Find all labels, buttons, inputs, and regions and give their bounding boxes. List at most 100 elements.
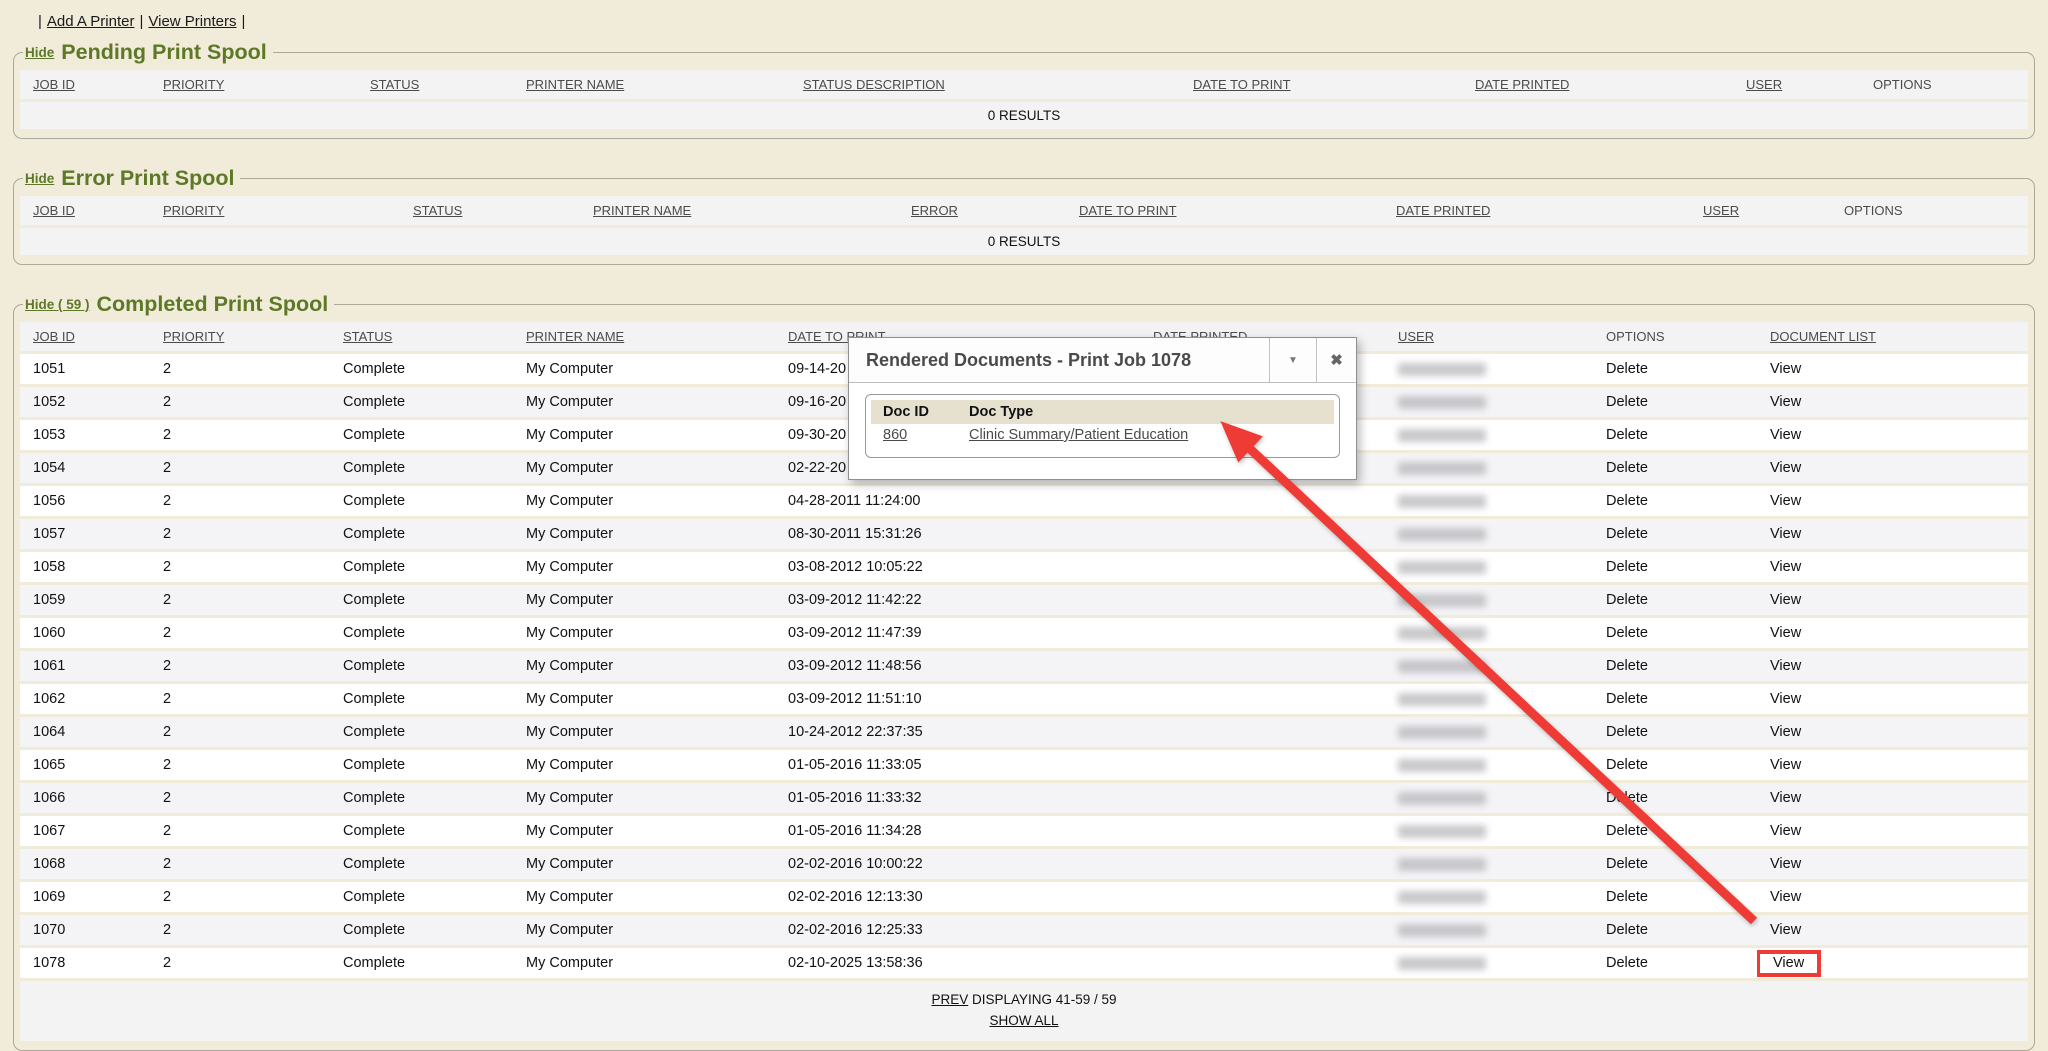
cell-document-list: View <box>1757 453 2028 483</box>
view-button[interactable]: View <box>1770 823 1801 839</box>
delete-button[interactable]: Delete <box>1606 460 1648 476</box>
doc-id-link[interactable]: 860 <box>883 427 907 443</box>
view-button[interactable]: View <box>1770 856 1801 872</box>
delete-button[interactable]: Delete <box>1606 592 1648 608</box>
cell-date-printed <box>1140 519 1385 549</box>
modal-close-button[interactable]: ✖ <box>1316 338 1356 382</box>
view-button[interactable]: View <box>1770 724 1801 740</box>
delete-button[interactable]: Delete <box>1606 625 1648 641</box>
delete-button[interactable]: Delete <box>1606 823 1648 839</box>
redacted-user-value <box>1398 396 1486 409</box>
view-button[interactable]: View <box>1770 394 1801 410</box>
show-all-link[interactable]: SHOW ALL <box>989 1013 1058 1028</box>
view-button[interactable]: View <box>1770 493 1801 509</box>
cell-priority: 2 <box>150 585 330 615</box>
cell-job-id: 1078 <box>20 948 150 978</box>
cell-job-id: 1054 <box>20 453 150 483</box>
cell-printer-name: My Computer <box>513 618 775 648</box>
cell-job-id: 1056 <box>20 486 150 516</box>
delete-button[interactable]: Delete <box>1606 658 1648 674</box>
delete-button[interactable]: Delete <box>1606 526 1648 542</box>
delete-button[interactable]: Delete <box>1606 790 1648 806</box>
view-button[interactable]: View <box>1770 559 1801 575</box>
table-row: 1064 2 Complete My Computer 10-24-2012 2… <box>20 717 2028 747</box>
cell-document-list: View <box>1757 651 2028 681</box>
delete-button[interactable]: Delete <box>1606 493 1648 509</box>
table-row: 1069 2 Complete My Computer 02-02-2016 1… <box>20 882 2028 912</box>
view-button[interactable]: View <box>1770 922 1801 938</box>
delete-button[interactable]: Delete <box>1606 955 1648 971</box>
delete-button[interactable]: Delete <box>1606 922 1648 938</box>
cell-options: Delete <box>1593 948 1757 978</box>
pagination-line: PREV DISPLAYING 41-59 / 59 <box>20 989 2028 1010</box>
table-row: 1061 2 Complete My Computer 03-09-2012 1… <box>20 651 2028 681</box>
modal-collapse-button[interactable]: ▼ <box>1269 338 1316 382</box>
delete-button[interactable]: Delete <box>1606 394 1648 410</box>
hide-error-link[interactable]: Hide <box>25 171 54 186</box>
cell-date-printed <box>1140 585 1385 615</box>
cell-priority: 2 <box>150 783 330 813</box>
delete-button[interactable]: Delete <box>1606 559 1648 575</box>
cell-date-printed <box>1140 552 1385 582</box>
delete-button[interactable]: Delete <box>1606 691 1648 707</box>
cell-options: Delete <box>1593 420 1757 450</box>
prev-link[interactable]: PREV <box>931 992 968 1007</box>
cell-date-printed <box>1140 651 1385 681</box>
view-button[interactable]: View <box>1770 658 1801 674</box>
cell-priority: 2 <box>150 354 330 384</box>
delete-button[interactable]: Delete <box>1606 889 1648 905</box>
redacted-user-value <box>1398 759 1486 772</box>
delete-button[interactable]: Delete <box>1606 757 1648 773</box>
delete-button[interactable]: Delete <box>1606 856 1648 872</box>
view-printers-link[interactable]: View Printers <box>148 13 236 30</box>
cell-status: Complete <box>330 750 513 780</box>
view-button[interactable]: View <box>1770 460 1801 476</box>
error-empty-row: 0 RESULTS <box>20 228 2028 255</box>
view-button[interactable]: View <box>1770 691 1801 707</box>
redacted-user-value <box>1398 726 1486 739</box>
cell-user <box>1385 420 1593 450</box>
cell-date-to-print: 10-24-2012 22:37:35 <box>775 717 1140 747</box>
cell-job-id: 1069 <box>20 882 150 912</box>
cell-status: Complete <box>330 387 513 417</box>
cell-options: Delete <box>1593 453 1757 483</box>
cell-status: Complete <box>330 453 513 483</box>
cell-priority: 2 <box>150 519 330 549</box>
table-row: 1062 2 Complete My Computer 03-09-2012 1… <box>20 684 2028 714</box>
view-button[interactable]: View <box>1770 526 1801 542</box>
cell-job-id: 1065 <box>20 750 150 780</box>
cell-user <box>1385 948 1593 978</box>
add-a-printer-link[interactable]: Add A Printer <box>47 13 135 30</box>
pending-section-legend: HidePending Print Spool <box>23 40 273 65</box>
cell-status: Complete <box>330 882 513 912</box>
pending-print-spool-section: HidePending Print Spool JOB ID PRIORITY … <box>13 40 2035 139</box>
cell-status: Complete <box>330 354 513 384</box>
delete-button[interactable]: Delete <box>1606 724 1648 740</box>
cell-options: Delete <box>1593 750 1757 780</box>
cell-document-list: View <box>1757 783 2028 813</box>
view-button[interactable]: View <box>1770 790 1801 806</box>
view-button[interactable]: View <box>1770 361 1801 377</box>
col-header-status: STATUS <box>400 196 580 225</box>
doc-type-link[interactable]: Clinic Summary/Patient Education <box>969 427 1188 443</box>
view-button[interactable]: View <box>1770 625 1801 641</box>
hide-completed-link[interactable]: Hide ( 59 ) <box>25 297 90 312</box>
view-button[interactable]: View <box>1770 592 1801 608</box>
doc-table-header: Doc ID Doc Type <box>871 400 1334 424</box>
cell-priority: 2 <box>150 750 330 780</box>
redacted-user-value <box>1398 792 1486 805</box>
view-button[interactable]: View <box>1770 427 1801 443</box>
cell-date-to-print: 03-09-2012 11:47:39 <box>775 618 1140 648</box>
error-section-legend: HideError Print Spool <box>23 166 240 191</box>
completed-section-legend: Hide ( 59 )Completed Print Spool <box>23 292 334 317</box>
delete-button[interactable]: Delete <box>1606 361 1648 377</box>
view-button[interactable]: View <box>1770 757 1801 773</box>
cell-user <box>1385 849 1593 879</box>
cell-status: Complete <box>330 618 513 648</box>
cell-job-id: 1062 <box>20 684 150 714</box>
delete-button[interactable]: Delete <box>1606 427 1648 443</box>
view-button-highlighted[interactable]: View <box>1757 950 1821 977</box>
hide-pending-link[interactable]: Hide <box>25 45 54 60</box>
cell-job-id: 1052 <box>20 387 150 417</box>
view-button[interactable]: View <box>1770 889 1801 905</box>
